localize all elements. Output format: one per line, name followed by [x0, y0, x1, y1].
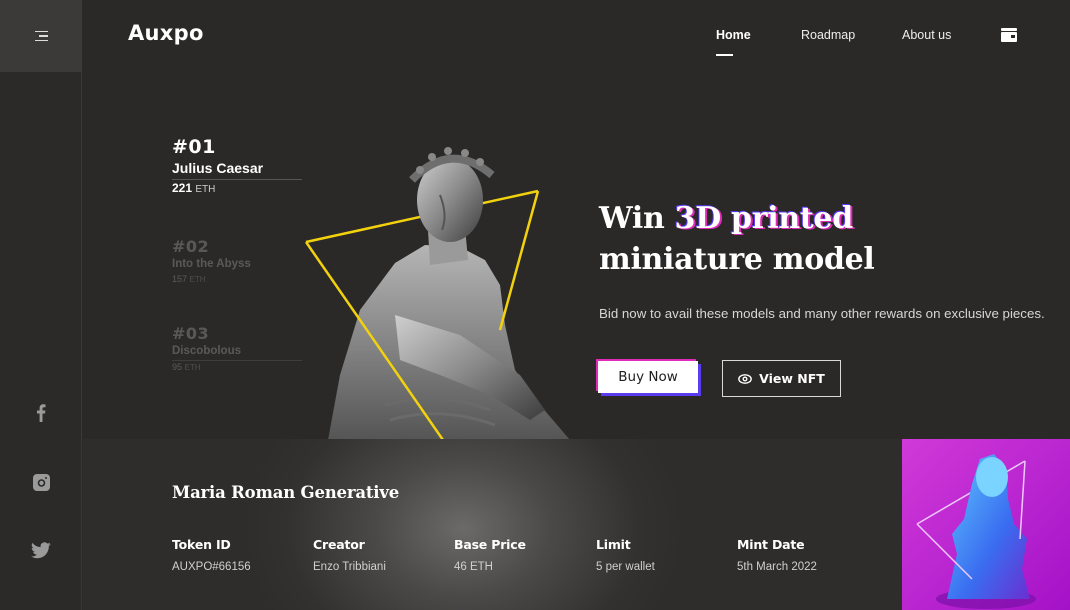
nft-thumbnail[interactable]	[902, 439, 1070, 610]
hero-subtitle: Bid now to avail these models and many o…	[599, 306, 1045, 321]
item-price: 157 ETH	[172, 274, 302, 284]
field-value: AUXPO#66156	[172, 561, 251, 573]
buy-now-button[interactable]: Buy Now	[598, 361, 698, 393]
instagram-link[interactable]	[0, 473, 82, 492]
field-value: Enzo Tribbiani	[313, 561, 386, 573]
item-name: Discobolous	[172, 345, 302, 361]
title-prefix: Win	[599, 201, 675, 236]
field-base-price: Base Price 46 ETH	[454, 537, 526, 573]
collection-item-3[interactable]: #03 Discobolous 95 ETH	[172, 324, 302, 372]
nft-details-panel: Maria Roman Generative Token ID AUXPO#66…	[83, 439, 902, 610]
field-label: Token ID	[172, 537, 231, 552]
field-label: Limit	[596, 537, 631, 552]
title-highlight: 3D printed	[674, 201, 854, 236]
nav-about-us[interactable]: About us	[902, 28, 951, 42]
sidebar	[0, 0, 82, 610]
field-creator: Creator Enzo Tribbiani	[313, 537, 386, 573]
nav-roadmap[interactable]: Roadmap	[801, 28, 855, 42]
nav-home[interactable]: Home	[716, 28, 751, 42]
price-unit: ETH	[184, 363, 201, 372]
wallet-icon[interactable]	[1001, 28, 1017, 42]
hero-title: Win 3D printed miniature model	[599, 198, 875, 280]
item-number: #03	[172, 324, 210, 343]
field-limit: Limit 5 per wallet	[596, 537, 655, 573]
menu-button[interactable]	[0, 0, 82, 72]
menu-icon	[34, 28, 48, 45]
price-value: 221	[172, 181, 193, 195]
facebook-link[interactable]	[0, 403, 82, 422]
field-label: Mint Date	[737, 537, 805, 552]
twitter-link[interactable]	[0, 542, 82, 559]
price-unit: ETH	[189, 275, 206, 284]
price-value: 157	[172, 274, 188, 284]
collection-item-2[interactable]: #02 Into the Abyss 157 ETH	[172, 237, 302, 284]
item-number: #01	[172, 136, 216, 158]
active-nav-indicator	[716, 54, 733, 56]
buy-now-label: Buy Now	[618, 369, 678, 385]
details-title: Maria Roman Generative	[172, 483, 400, 502]
field-value: 5 per wallet	[596, 561, 655, 573]
field-label: Creator	[313, 537, 365, 552]
brand-logo[interactable]: Auxpo	[128, 21, 204, 45]
eye-icon	[738, 373, 753, 384]
collection-item-1[interactable]: #01 Julius Caesar 221 ETH	[172, 136, 302, 195]
field-token-id: Token ID AUXPO#66156	[172, 537, 251, 573]
item-name: Julius Caesar	[172, 160, 302, 180]
instagram-icon	[32, 474, 50, 491]
view-nft-label: View NFT	[759, 371, 825, 386]
field-label: Base Price	[454, 537, 526, 552]
field-value: 46 ETH	[454, 561, 493, 573]
facebook-icon	[37, 404, 46, 422]
item-name: Into the Abyss	[172, 258, 251, 270]
field-mint-date: Mint Date 5th March 2022	[737, 537, 817, 573]
item-price: 221 ETH	[172, 181, 302, 195]
item-number: #02	[172, 237, 210, 256]
twitter-icon	[31, 542, 51, 559]
title-line-2: miniature model	[599, 242, 875, 277]
item-price: 95 ETH	[172, 362, 302, 372]
statue-image	[304, 147, 570, 440]
price-unit: ETH	[195, 184, 216, 195]
view-nft-button[interactable]: View NFT	[722, 360, 841, 397]
price-value: 95	[172, 362, 183, 372]
field-value: 5th March 2022	[737, 561, 817, 573]
